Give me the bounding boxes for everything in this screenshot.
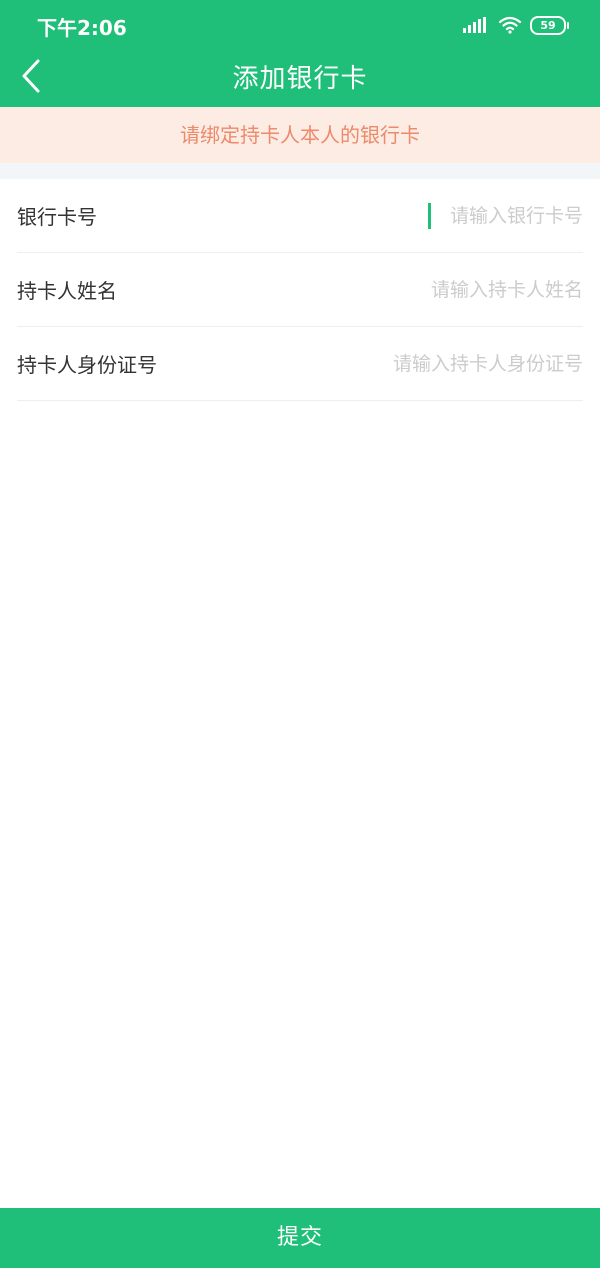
card-number-input[interactable] [433, 204, 583, 227]
holder-name-input[interactable] [283, 278, 583, 301]
status-bar: 下午2:06 59 [0, 0, 600, 48]
bank-card-form: 银行卡号 持卡人姓名 持卡人身份证号 [0, 179, 600, 401]
battery-icon: 59 [530, 15, 569, 35]
submit-button[interactable]: 提交 [0, 1208, 600, 1268]
card-number-input-wrap [428, 202, 583, 229]
notice-banner: 请绑定持卡人本人的银行卡 [0, 107, 600, 163]
holder-id-row: 持卡人身份证号 [17, 327, 583, 401]
holder-id-label: 持卡人身份证号 [17, 353, 157, 377]
signal-icon [463, 17, 488, 33]
app-header: 下午2:06 59 添加银行卡 [0, 0, 600, 107]
section-divider [0, 163, 600, 179]
card-number-label: 银行卡号 [17, 205, 97, 229]
wifi-icon [498, 16, 522, 34]
card-number-row: 银行卡号 [17, 179, 583, 253]
holder-id-input[interactable] [283, 352, 583, 375]
page-title: 添加银行卡 [232, 64, 368, 94]
status-time: 下午2:06 [37, 16, 127, 40]
holder-name-label: 持卡人姓名 [17, 279, 117, 303]
holder-name-row: 持卡人姓名 [17, 253, 583, 327]
status-icons: 59 [463, 14, 569, 36]
text-cursor [428, 202, 431, 229]
